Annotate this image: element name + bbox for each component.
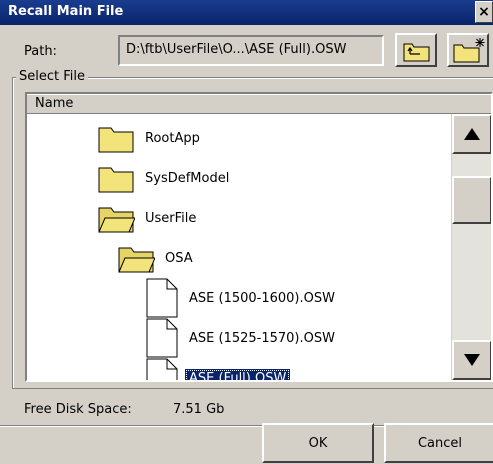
- folder-icon: [98, 167, 134, 193]
- list-item-label: ASE (1525-1570).OSW: [189, 330, 335, 346]
- list-item-sysdefmodel[interactable]: SysDefModel: [97, 158, 233, 198]
- scroll-up-button[interactable]: [452, 114, 491, 154]
- scroll-down-button[interactable]: [452, 340, 491, 380]
- free-disk-space-label: Free Disk Space:: [24, 402, 132, 417]
- list-item-label: OSA: [165, 250, 193, 266]
- close-button[interactable]: ×: [475, 1, 493, 23]
- list-item-userfile[interactable]: UserFile: [97, 198, 200, 238]
- list-item-rootapp[interactable]: RootApp: [97, 118, 204, 158]
- list-item-osa[interactable]: OSA: [117, 238, 197, 278]
- list-item-label: SysDefModel: [145, 170, 230, 186]
- open-folder-icon: [118, 247, 155, 273]
- document-icon: [146, 278, 178, 318]
- title-bar: Recall Main File ×: [0, 0, 493, 25]
- select-file-label: Select File: [16, 69, 88, 84]
- arrow-down-icon: [464, 354, 480, 366]
- cancel-button[interactable]: Cancel: [384, 423, 493, 463]
- free-disk-space-value: 7.51 Gb: [173, 402, 225, 417]
- arrow-up-icon: [464, 128, 480, 140]
- folder-icon: [98, 127, 134, 153]
- open-folder-icon: [98, 207, 135, 233]
- list-item-label: RootApp: [145, 130, 200, 146]
- list-item-ase-full[interactable]: ASE (Full).OSW: [145, 358, 291, 380]
- scroll-thumb[interactable]: [452, 176, 491, 224]
- dialog-body: Path: D:\ftb\UserFile\O...\ASE (Full).OS…: [0, 25, 493, 464]
- up-folder-button[interactable]: [395, 33, 437, 67]
- new-folder-button[interactable]: [447, 33, 489, 67]
- list-item-label-selected: ASE (Full).OSW: [185, 368, 291, 380]
- name-column-label: Name: [35, 96, 74, 111]
- list-item-ase-1500-1600[interactable]: ASE (1500-1600).OSW: [145, 278, 339, 318]
- close-icon: ×: [478, 4, 490, 20]
- document-icon: [146, 358, 178, 380]
- name-column-header[interactable]: Name: [27, 94, 491, 114]
- vertical-scrollbar[interactable]: [451, 114, 491, 380]
- new-folder-icon: [453, 38, 485, 63]
- window-title: Recall Main File: [8, 4, 124, 19]
- path-field: D:\ftb\UserFile\O...\ASE (Full).OSW: [118, 35, 384, 66]
- document-icon: [146, 318, 178, 358]
- list-item-label: UserFile: [145, 210, 197, 226]
- ok-button[interactable]: OK: [262, 423, 374, 463]
- list-item-label: ASE (1500-1600).OSW: [189, 290, 335, 306]
- path-label: Path:: [24, 44, 57, 59]
- list-item-ase-1525-1570[interactable]: ASE (1525-1570).OSW: [145, 318, 339, 358]
- file-list[interactable]: Name RootApp SysDefModel UserFile OSA AS…: [25, 92, 493, 382]
- folder-up-icon: [403, 43, 430, 62]
